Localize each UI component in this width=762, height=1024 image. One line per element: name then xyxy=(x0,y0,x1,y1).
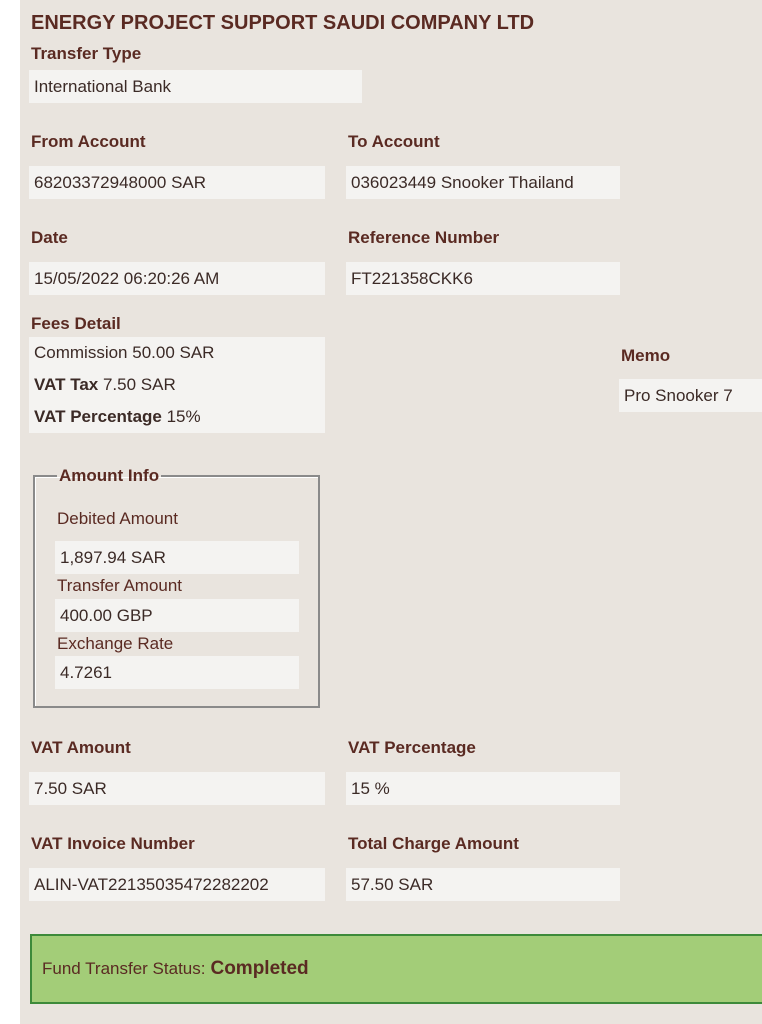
transfer-status-value: Completed xyxy=(210,958,309,979)
transfer-amount-field: 400.00 GBP xyxy=(55,599,299,632)
vat-invoice-number-field: ALIN-VAT22135035472282202 xyxy=(29,868,325,901)
memo-field: Pro Snooker 7 xyxy=(619,379,762,412)
fees-detail-label: Fees Detail xyxy=(31,314,121,333)
debited-amount-label: Debited Amount xyxy=(57,509,178,528)
transfer-status-label: Fund Transfer Status: xyxy=(42,959,206,978)
commission-line: Commission 50.00 SAR xyxy=(34,343,215,362)
date-field: 15/05/2022 06:20:26 AM xyxy=(29,262,325,295)
vat-percentage-label: VAT Percentage xyxy=(348,738,476,757)
reference-number-label: Reference Number xyxy=(348,228,500,247)
debited-amount-field: 1,897.94 SAR xyxy=(55,541,299,574)
vat-tax-label: VAT Tax xyxy=(34,375,99,394)
total-charge-amount-field: 57.50 SAR xyxy=(346,868,620,901)
vat-amount-label: VAT Amount xyxy=(31,738,131,757)
exchange-rate-label: Exchange Rate xyxy=(57,634,174,653)
vat-invoice-number-label: VAT Invoice Number xyxy=(31,834,195,853)
fees-detail-box: Commission 50.00 SAR VAT Tax 7.50 SAR VA… xyxy=(29,337,325,433)
from-account-label: From Account xyxy=(31,132,146,151)
to-account-label: To Account xyxy=(348,132,440,151)
vat-amount-field: 7.50 SAR xyxy=(29,772,325,805)
vat-percentage-value: 15% xyxy=(161,407,201,426)
exchange-rate-field: 4.7261 xyxy=(55,656,299,689)
transfer-type-field: International Bank xyxy=(29,70,362,103)
memo-label: Memo xyxy=(621,346,671,365)
date-label: Date xyxy=(31,228,68,247)
reference-number-field: FT221358CKK6 xyxy=(346,262,620,295)
vat-percentage-label: VAT Percentage xyxy=(34,407,162,426)
transfer-status-banner: Fund Transfer Status: Completed xyxy=(30,934,762,1004)
transfer-type-label: Transfer Type xyxy=(31,44,142,63)
amount-info-legend: Amount Info xyxy=(59,466,160,485)
from-account-field: 68203372948000 SAR xyxy=(29,166,325,199)
vat-tax-line: VAT Tax 7.50 SAR xyxy=(34,373,320,405)
vat-percentage-line: VAT Percentage 15% xyxy=(34,405,320,437)
to-account-field: 036023449 Snooker Thailand xyxy=(346,166,620,199)
vat-tax-value: 7.50 SAR xyxy=(98,375,176,394)
total-charge-amount-label: Total Charge Amount xyxy=(348,834,519,853)
vat-percentage-field: 15 % xyxy=(346,772,620,805)
transfer-amount-label: Transfer Amount xyxy=(57,576,183,595)
company-name: ENERGY PROJECT SUPPORT SAUDI COMPANY LTD xyxy=(31,12,535,34)
